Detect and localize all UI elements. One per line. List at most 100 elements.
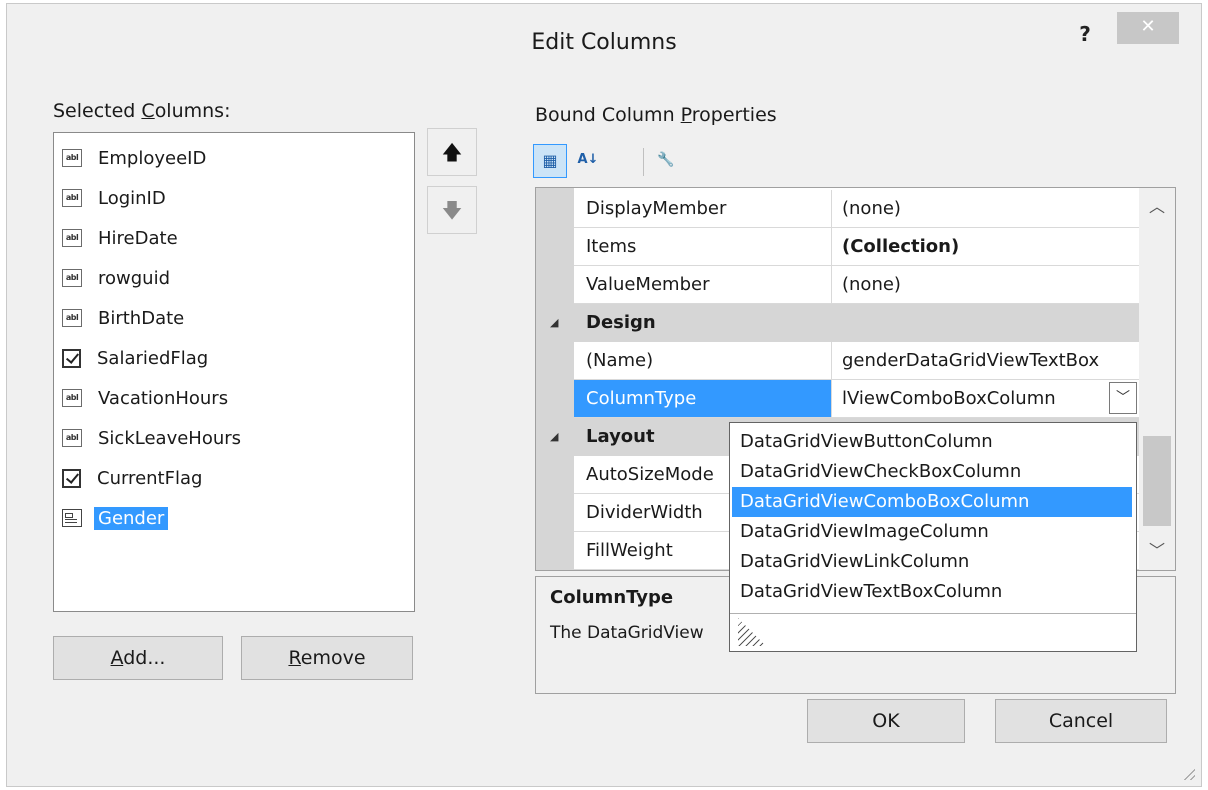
add-button[interactable]: Add... xyxy=(53,636,223,680)
property-row-columntype[interactable]: ColumnType lViewComboBoxColumn ﹀ xyxy=(574,380,1140,418)
property-row-items[interactable]: Items (Collection) xyxy=(574,228,1140,266)
close-button[interactable]: ✕ xyxy=(1117,12,1179,44)
property-value[interactable]: (none) xyxy=(832,190,1140,227)
property-name: ValueMember xyxy=(574,266,832,303)
textbox-column-icon: abl xyxy=(62,389,82,407)
column-type-dropdown-list[interactable]: DataGridViewButtonColumn DataGridViewChe… xyxy=(729,422,1137,652)
arrow-down-icon: 🡇 xyxy=(441,198,463,222)
property-name: (Name) xyxy=(574,342,832,379)
sort-alphabetical-icon: A↓ xyxy=(577,152,599,167)
wrench-icon: 🔧 xyxy=(657,152,675,168)
property-grid-scrollbar[interactable]: ︿ ﹀ xyxy=(1139,188,1175,570)
description-text: The DataGridView xyxy=(550,623,704,643)
property-pages-button[interactable]: 🔧 xyxy=(649,144,683,178)
selected-columns-label-accesskey: C xyxy=(141,100,155,122)
property-row-valuemember[interactable]: ValueMember (none) xyxy=(574,266,1140,304)
property-row-displaymember[interactable]: DisplayMember (none) xyxy=(574,190,1140,228)
chevron-down-icon: ﹀ xyxy=(1116,390,1130,406)
collapse-icon[interactable]: ◢ xyxy=(550,304,558,342)
remove-button-label: emove xyxy=(300,647,366,669)
ok-button[interactable]: OK xyxy=(807,699,965,743)
checkbox-column-icon xyxy=(62,348,81,368)
help-button[interactable]: ? xyxy=(1073,22,1097,46)
list-item-loginid[interactable]: abl LoginID xyxy=(62,183,170,213)
title-bar: Edit Columns ? ✕ xyxy=(7,4,1201,80)
toolbar-separator xyxy=(643,148,644,176)
scroll-down-icon[interactable]: ﹀ xyxy=(1139,536,1175,566)
selected-columns-label-prefix: Selected xyxy=(53,100,142,122)
list-item-currentflag[interactable]: CurrentFlag xyxy=(62,463,206,493)
dropdown-option-link-column[interactable]: DataGridViewLinkColumn xyxy=(732,547,1132,577)
list-item-sickleavehours[interactable]: abl SickLeaveHours xyxy=(62,423,245,453)
dropdown-option-combobox-column[interactable]: DataGridViewComboBoxColumn xyxy=(732,487,1132,517)
category-label: Layout xyxy=(586,426,655,447)
dropdown-resize-grip[interactable] xyxy=(730,613,1136,651)
list-item-rowguid[interactable]: abl rowguid xyxy=(62,263,174,293)
dropdown-option-checkbox-column[interactable]: DataGridViewCheckBoxColumn xyxy=(732,457,1132,487)
dialog-title: Edit Columns xyxy=(531,30,677,55)
property-name: ColumnType xyxy=(574,380,832,417)
description-title: ColumnType xyxy=(550,587,674,608)
list-item-salariedflag[interactable]: SalariedFlag xyxy=(62,343,212,373)
property-value[interactable]: (Collection) xyxy=(832,228,1140,265)
edit-columns-dialog: Edit Columns ? ✕ Selected Columns: abl Em… xyxy=(6,3,1202,787)
property-grid-gutter xyxy=(536,188,574,570)
column-type-value[interactable]: lViewComboBoxColumn xyxy=(832,380,1132,417)
dropdown-option-button-column[interactable]: DataGridViewButtonColumn xyxy=(732,427,1132,457)
list-item-label: LoginID xyxy=(98,187,166,209)
category-design[interactable]: ◢ Design xyxy=(536,304,1140,342)
cancel-button[interactable]: Cancel xyxy=(995,699,1167,743)
property-value[interactable]: (none) xyxy=(832,266,1140,303)
scrollbar-thumb[interactable] xyxy=(1143,436,1171,526)
list-item-label: HireDate xyxy=(98,227,178,249)
property-row-name[interactable]: (Name) genderDataGridViewTextBox xyxy=(574,342,1140,380)
move-up-button[interactable]: 🡅 xyxy=(427,128,477,176)
properties-label-suffix: roperties xyxy=(691,104,777,126)
textbox-column-icon: abl xyxy=(62,309,82,327)
window-resize-grip-icon[interactable] xyxy=(1181,766,1195,780)
textbox-column-icon: abl xyxy=(62,189,82,207)
textbox-column-icon: abl xyxy=(62,229,82,247)
categorized-icon: ▦ xyxy=(542,151,558,170)
category-label: Design xyxy=(586,312,656,333)
list-item-label: SalariedFlag xyxy=(97,347,209,369)
alphabetical-sort-button[interactable]: A↓ xyxy=(571,144,605,178)
list-item-hiredate[interactable]: abl HireDate xyxy=(62,223,182,253)
remove-button-accesskey: R xyxy=(288,647,301,669)
remove-button[interactable]: Remove xyxy=(241,636,413,680)
bound-column-properties-label: Bound Column Properties xyxy=(535,104,777,126)
properties-label-prefix: Bound Column xyxy=(535,104,681,126)
resize-grip-icon[interactable] xyxy=(738,618,766,646)
list-item-label: CurrentFlag xyxy=(97,467,203,489)
add-button-label: dd... xyxy=(123,647,166,669)
list-item-label: VacationHours xyxy=(98,387,229,409)
textbox-column-icon: abl xyxy=(62,269,82,287)
list-item-birthdate[interactable]: abl BirthDate xyxy=(62,303,188,333)
column-type-dropdown-button[interactable]: ﹀ xyxy=(1109,382,1137,414)
list-item-label: EmployeeID xyxy=(98,147,207,169)
properties-label-accesskey: P xyxy=(680,104,692,126)
list-item-label: BirthDate xyxy=(98,307,185,329)
property-name: Items xyxy=(574,228,832,265)
property-name: DisplayMember xyxy=(574,190,832,227)
scroll-up-icon[interactable]: ︿ xyxy=(1139,192,1175,222)
dropdown-option-textbox-column[interactable]: DataGridViewTextBoxColumn xyxy=(732,577,1132,607)
list-item-employeeid[interactable]: abl EmployeeID xyxy=(62,143,210,173)
arrow-up-icon: 🡅 xyxy=(441,140,463,164)
dropdown-option-image-column[interactable]: DataGridViewImageColumn xyxy=(732,517,1132,547)
categorized-view-button[interactable]: ▦ xyxy=(533,144,567,178)
selected-columns-label: Selected Columns: xyxy=(53,100,230,122)
textbox-column-icon: abl xyxy=(62,429,82,447)
list-item-label: Gender xyxy=(94,506,169,530)
move-down-button[interactable]: 🡇 xyxy=(427,186,477,234)
collapse-icon[interactable]: ◢ xyxy=(550,418,558,456)
add-button-accesskey: A xyxy=(110,647,124,669)
selected-columns-list[interactable]: abl EmployeeID abl LoginID abl HireDate abl… xyxy=(53,132,415,612)
list-item-label: SickLeaveHours xyxy=(98,427,242,449)
textbox-column-icon: abl xyxy=(62,149,82,167)
combobox-column-icon xyxy=(62,509,82,527)
list-item-vacationhours[interactable]: abl VacationHours xyxy=(62,383,232,413)
checkbox-column-icon xyxy=(62,468,81,488)
property-value[interactable]: genderDataGridViewTextBox xyxy=(832,342,1140,379)
list-item-gender[interactable]: Gender xyxy=(62,503,169,533)
